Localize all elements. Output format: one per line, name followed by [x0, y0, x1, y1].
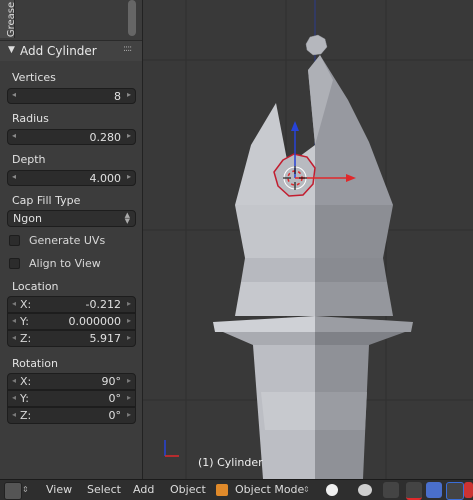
ring-left	[241, 258, 315, 282]
decrement-arrow-icon[interactable]: ◂	[12, 131, 16, 140]
vertices-field[interactable]: ◂ 8 ▸	[7, 88, 136, 104]
location-x-label: X:	[20, 298, 32, 311]
decrement-arrow-icon[interactable]: ◂	[12, 172, 16, 181]
increment-arrow-icon[interactable]: ▸	[127, 299, 131, 308]
object-mode-icon	[216, 484, 228, 496]
viewport-canvas	[143, 0, 473, 479]
cap-fill-label: Cap Fill Type	[12, 194, 81, 207]
depth-field[interactable]: ◂ 4.000 ▸	[7, 170, 136, 186]
body-right	[315, 205, 393, 258]
decrement-arrow-icon[interactable]: ◂	[12, 333, 16, 342]
editor-type-updown-icon[interactable]: ⇕	[22, 480, 29, 500]
increment-arrow-icon[interactable]: ▸	[127, 376, 131, 385]
view-menu[interactable]: View	[46, 480, 72, 500]
location-y-field[interactable]: ◂ Y: 0.000000 ▸	[7, 313, 136, 330]
cap-fill-value: Ngon	[13, 212, 42, 225]
decrement-arrow-icon[interactable]: ◂	[12, 410, 16, 419]
mode-updown-icon[interactable]: ⇕	[303, 480, 310, 500]
decrement-arrow-icon[interactable]: ◂	[12, 316, 16, 325]
collar-right-top	[315, 316, 413, 332]
body-left	[235, 205, 315, 258]
location-z-value: 5.917	[89, 332, 122, 345]
operator-title: Add Cylinder	[20, 44, 97, 58]
rotation-z-label: Z:	[20, 409, 32, 422]
radius-label: Radius	[12, 112, 49, 125]
radius-value: 0.280	[89, 131, 122, 144]
pillar-band-right	[315, 392, 367, 430]
grease-pencil-tab[interactable]: Grease	[0, 0, 18, 38]
translate-icon[interactable]	[406, 482, 422, 500]
location-z-label: Z:	[20, 332, 32, 345]
decrement-arrow-icon[interactable]: ◂	[12, 376, 16, 385]
pivot-point-icon[interactable]	[358, 484, 372, 496]
cap-fill-dropdown[interactable]: Ngon ▲ ▼	[7, 210, 136, 227]
align-to-view-label[interactable]: Align to View	[29, 257, 101, 270]
operator-panel-header[interactable]: ▼ Add Cylinder ::::	[0, 40, 142, 61]
align-to-view-checkbox[interactable]	[9, 258, 20, 269]
scale-icon[interactable]	[446, 482, 464, 500]
vertices-value: 8	[114, 90, 121, 103]
updown-arrows-icon: ▲ ▼	[124, 211, 130, 225]
rotation-z-value: 0°	[108, 409, 122, 422]
rotation-y-label: Y:	[20, 392, 29, 405]
rotate-icon[interactable]	[426, 482, 442, 498]
increment-arrow-icon[interactable]: ▸	[127, 410, 131, 419]
mode-dropdown[interactable]: Object Mode	[235, 480, 304, 500]
transform-orientation-icon[interactable]	[464, 482, 473, 498]
rotation-label: Rotation	[12, 357, 59, 370]
rotation-y-field[interactable]: ◂ Y: 0° ▸	[7, 390, 136, 407]
increment-arrow-icon[interactable]: ▸	[127, 316, 131, 325]
pillar-band-left	[261, 392, 315, 430]
neck-right	[315, 282, 393, 316]
neck-left	[235, 282, 315, 316]
drag-grip-icon[interactable]: ::::	[123, 44, 132, 54]
rotation-z-field[interactable]: ◂ Z: 0° ▸	[7, 407, 136, 424]
grease-tab-label: Grease	[6, 1, 18, 38]
increment-arrow-icon[interactable]: ▸	[127, 333, 131, 342]
location-y-label: Y:	[20, 315, 29, 328]
z-manipulator-arrow-icon[interactable]	[291, 121, 299, 131]
location-y-value: 0.000000	[68, 315, 122, 328]
viewport-shading-icon[interactable]	[326, 484, 338, 496]
decrement-arrow-icon[interactable]: ◂	[12, 393, 16, 402]
object-menu[interactable]: Object	[170, 480, 206, 500]
top-knob	[305, 34, 328, 56]
tool-shelf-panel: Grease ▼ Add Cylinder :::: Vertices ◂ 8 …	[0, 0, 143, 479]
increment-arrow-icon[interactable]: ▸	[127, 90, 131, 99]
decrement-arrow-icon[interactable]: ◂	[12, 299, 16, 308]
3d-view-header: ⇕ View Select Add Object Object Mode ⇕	[0, 479, 473, 500]
increment-arrow-icon[interactable]: ▸	[127, 131, 131, 140]
collar-left-bottom	[223, 332, 315, 345]
collar-left-top	[213, 316, 315, 332]
depth-label: Depth	[12, 153, 46, 166]
decrement-arrow-icon[interactable]: ◂	[12, 90, 16, 99]
rotation-x-label: X:	[20, 375, 32, 388]
increment-arrow-icon[interactable]: ▸	[127, 393, 131, 402]
generate-uvs-checkbox[interactable]	[9, 235, 20, 246]
location-x-field[interactable]: ◂ X: -0.212 ▸	[7, 296, 136, 313]
vertices-label: Vertices	[12, 71, 56, 84]
depth-value: 4.000	[89, 172, 122, 185]
ring-right	[315, 258, 387, 282]
add-menu[interactable]: Add	[133, 480, 154, 500]
select-menu[interactable]: Select	[87, 480, 121, 500]
location-z-field[interactable]: ◂ Z: 5.917 ▸	[7, 330, 136, 347]
rotation-y-value: 0°	[108, 392, 122, 405]
increment-arrow-icon[interactable]: ▸	[127, 172, 131, 181]
active-object-label: (1) Cylinder	[198, 456, 263, 469]
manipulator-toggle-icon[interactable]	[383, 482, 399, 498]
location-label: Location	[12, 280, 59, 293]
radius-field[interactable]: ◂ 0.280 ▸	[7, 129, 136, 145]
3d-viewport[interactable]: (1) Cylinder	[143, 0, 473, 479]
panel-scrollbar[interactable]	[128, 0, 136, 36]
rotation-x-value: 90°	[101, 375, 122, 388]
location-x-value: -0.212	[85, 298, 121, 311]
collar-right-bottom	[315, 332, 405, 345]
generate-uvs-label[interactable]: Generate UVs	[29, 234, 105, 247]
rotation-x-field[interactable]: ◂ X: 90° ▸	[7, 373, 136, 390]
editor-type-icon[interactable]	[4, 482, 22, 500]
collapse-triangle-icon[interactable]: ▼	[8, 45, 15, 55]
